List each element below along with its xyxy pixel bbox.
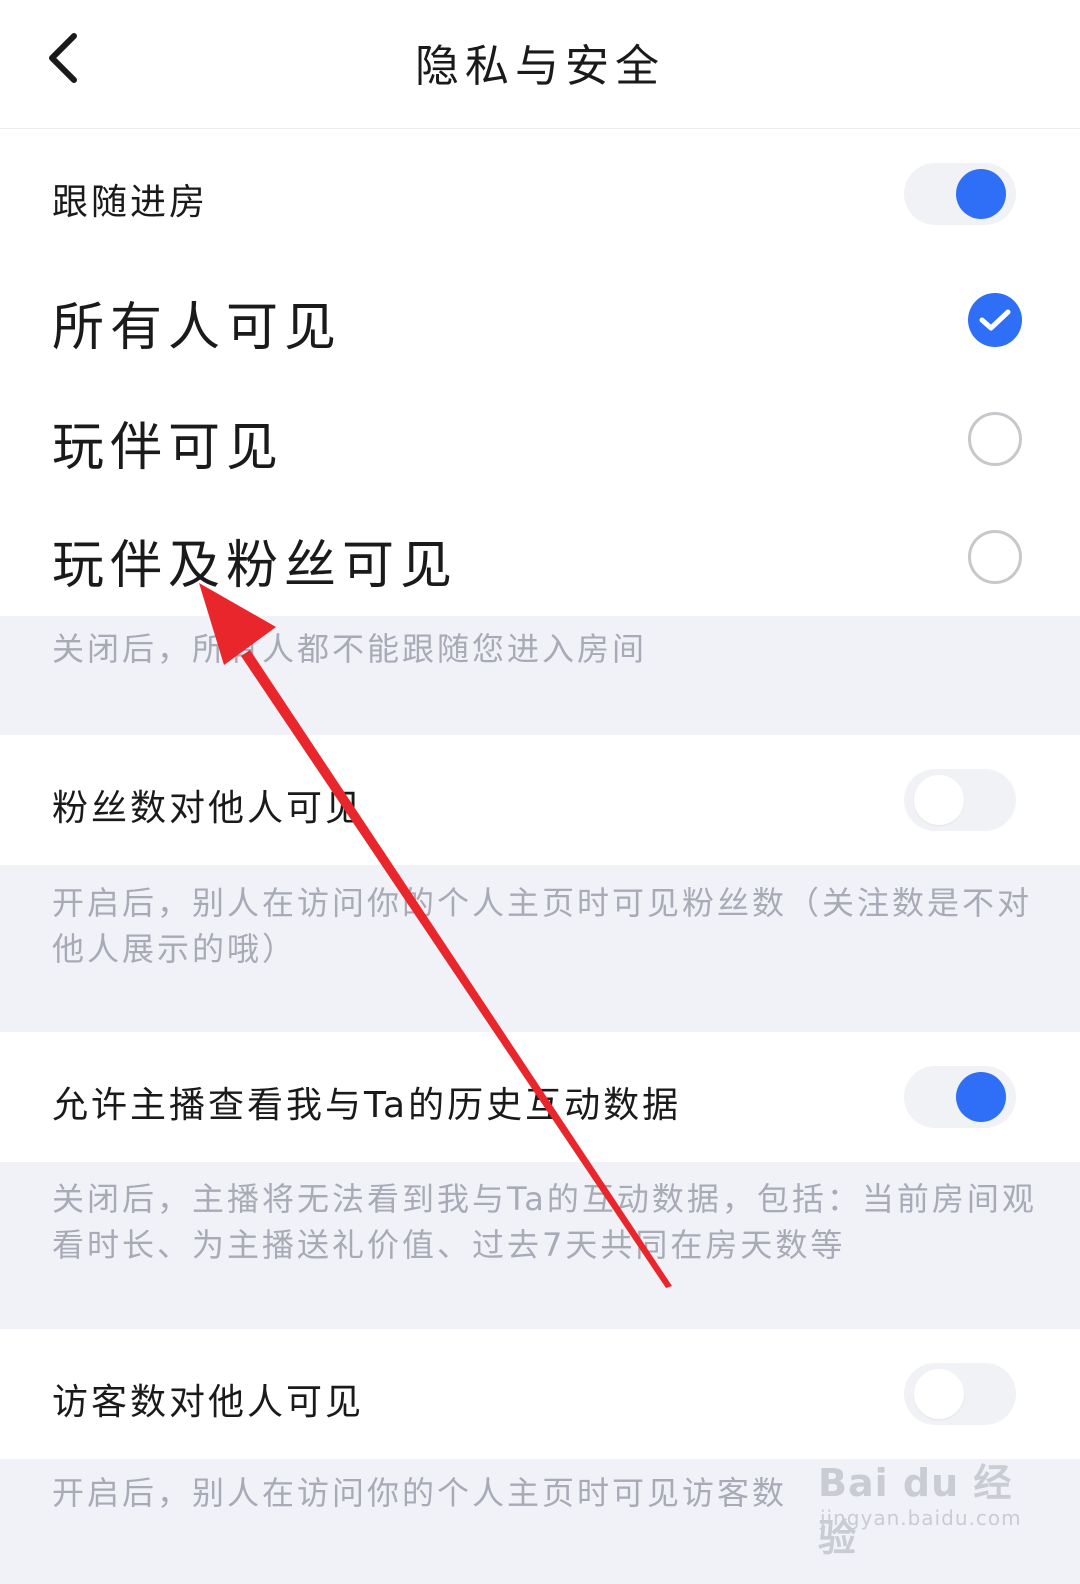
- watermark-url: jingyan.baidu.com: [820, 1506, 1022, 1530]
- option-everyone-radio[interactable]: [968, 293, 1022, 347]
- visitors-visible-label: 访客数对他人可见: [52, 1382, 365, 1423]
- follow-room-card: 跟随进房 所有人可见 玩伴可见 玩伴及粉丝可见: [0, 129, 1080, 616]
- option-everyone-label[interactable]: 所有人可见: [52, 285, 342, 360]
- toggle-knob: [914, 775, 964, 825]
- history-data-note: 关闭后，主播将无法看到我与Ta的互动数据，包括：当前房间观看时长、为主播送礼价值…: [52, 1180, 1037, 1264]
- fans-visible-card: 粉丝数对他人可见: [0, 735, 1080, 865]
- visitors-visible-card: 访客数对他人可见: [0, 1329, 1080, 1459]
- visitors-visible-toggle[interactable]: [904, 1363, 1016, 1425]
- top-bar: 隐私与安全: [0, 0, 1080, 129]
- toggle-knob: [914, 1369, 964, 1419]
- fans-visible-label: 粉丝数对他人可见: [52, 788, 365, 829]
- history-data-label: 允许主播查看我与Ta的历史互动数据: [52, 1085, 682, 1126]
- fans-visible-note: 开启后，别人在访问你的个人主页时可见粉丝数（关注数是不对他人展示的哦）: [52, 884, 1033, 968]
- option-playmates-fans-radio[interactable]: [968, 530, 1022, 584]
- history-data-toggle[interactable]: [904, 1066, 1016, 1128]
- option-playmates-label[interactable]: 玩伴可见: [52, 405, 284, 480]
- toggle-knob: [956, 169, 1006, 219]
- history-data-card: 允许主播查看我与Ta的历史互动数据: [0, 1032, 1080, 1162]
- baidu-watermark: Bai du 经验 jingyan.baidu.com: [818, 1448, 1021, 1560]
- toggle-knob: [956, 1072, 1006, 1122]
- option-playmates-fans-label[interactable]: 玩伴及粉丝可见: [52, 523, 458, 598]
- option-playmates-radio[interactable]: [968, 412, 1022, 466]
- fans-visible-toggle[interactable]: [904, 769, 1016, 831]
- follow-room-toggle[interactable]: [904, 163, 1016, 225]
- checkmark-icon: [979, 309, 1011, 331]
- follow-room-note: 关闭后，所有人都不能跟随您进入房间: [52, 630, 648, 668]
- follow-room-label: 跟随进房: [52, 182, 209, 223]
- page-title: 隐私与安全: [415, 41, 665, 92]
